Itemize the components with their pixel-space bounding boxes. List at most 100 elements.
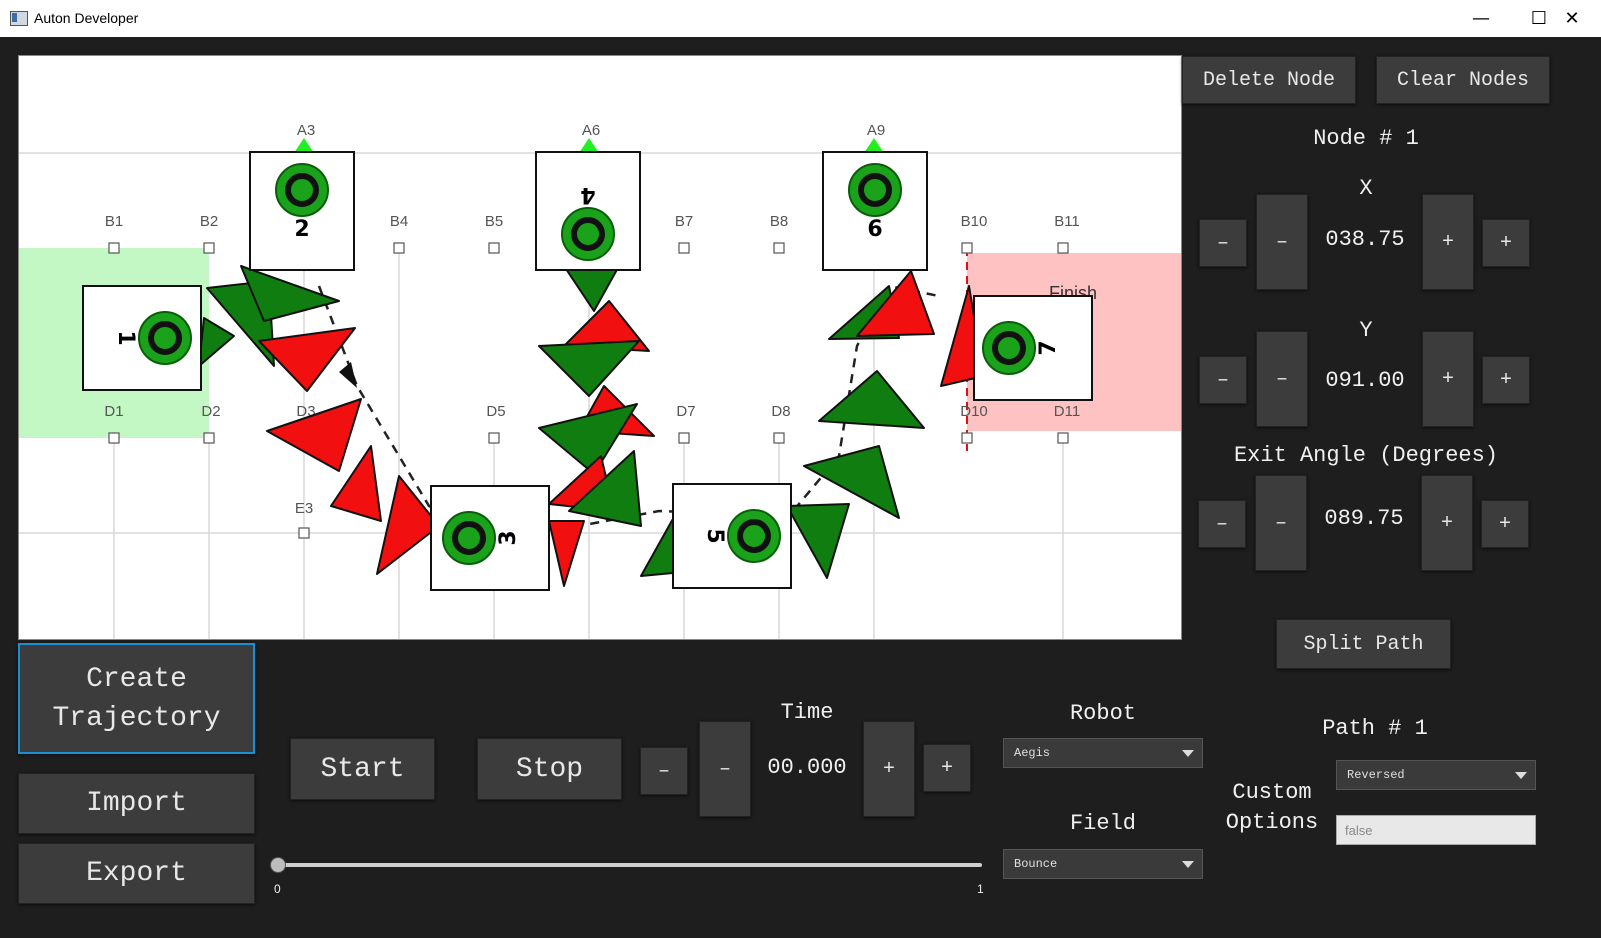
exit-angle-label: Exit Angle (Degrees) bbox=[1233, 443, 1499, 468]
grid-label: B7 bbox=[675, 213, 693, 230]
angle-decrement-small-button[interactable]: – bbox=[1198, 500, 1246, 548]
grid-label: D1 bbox=[104, 403, 123, 420]
node-number: 1 bbox=[113, 330, 138, 345]
node-2[interactable]: 2 bbox=[249, 151, 355, 271]
rotate-icon bbox=[138, 311, 192, 365]
rotate-icon bbox=[442, 511, 496, 565]
x-decrement-small-button[interactable]: – bbox=[1199, 219, 1247, 267]
y-increment-large-button[interactable]: + bbox=[1422, 331, 1474, 427]
stop-button[interactable]: Stop bbox=[477, 738, 622, 800]
grid-label: B10 bbox=[961, 213, 988, 230]
node-7[interactable]: 7 bbox=[973, 295, 1093, 401]
custom-option-selected: Reversed bbox=[1347, 768, 1405, 782]
x-decrement-large-button[interactable]: – bbox=[1256, 194, 1308, 290]
node-number: 2 bbox=[294, 217, 309, 242]
start-button[interactable]: Start bbox=[290, 738, 435, 800]
close-button[interactable]: ✕ bbox=[1543, 0, 1601, 37]
node-number: 4 bbox=[580, 182, 595, 207]
field-drawing[interactable]: Finish A3 A6 A9 B1 B2 B4 B5 B7 B8 B10 B1… bbox=[19, 56, 1182, 640]
time-slider-handle[interactable] bbox=[270, 857, 286, 873]
rotate-icon bbox=[982, 321, 1036, 375]
node-3[interactable]: 3 bbox=[430, 485, 550, 591]
field-selected: Bounce bbox=[1014, 857, 1058, 871]
x-increment-small-button[interactable]: + bbox=[1482, 219, 1530, 267]
x-value: 038.75 bbox=[1325, 227, 1405, 252]
grid-label: D10 bbox=[960, 403, 988, 420]
delete-node-button[interactable]: Delete Node bbox=[1182, 56, 1356, 104]
export-button[interactable]: Export bbox=[18, 843, 255, 904]
node-number: 5 bbox=[702, 528, 727, 543]
time-decrement-large-button[interactable]: – bbox=[699, 721, 751, 817]
grid-label: E3 bbox=[295, 500, 313, 517]
rotate-icon bbox=[848, 163, 902, 217]
rotate-icon bbox=[275, 163, 329, 217]
robot-selected: Aegis bbox=[1014, 746, 1051, 760]
field-select[interactable]: Bounce bbox=[1003, 849, 1203, 879]
clear-nodes-button[interactable]: Clear Nodes bbox=[1376, 56, 1550, 104]
grid-label: A9 bbox=[867, 122, 885, 139]
robot-select[interactable]: Aegis bbox=[1003, 738, 1203, 768]
y-label: Y bbox=[1359, 318, 1373, 343]
minimize-button[interactable]: — bbox=[1452, 0, 1510, 37]
node-1[interactable]: 1 bbox=[82, 285, 202, 391]
path-arrowhead bbox=[339, 362, 357, 388]
app-icon bbox=[10, 11, 28, 26]
green-arrow bbox=[786, 503, 850, 579]
node-5[interactable]: 5 bbox=[672, 483, 792, 589]
grid-label: B8 bbox=[770, 213, 788, 230]
grid-label: D8 bbox=[771, 403, 790, 420]
red-arrow bbox=[376, 475, 440, 575]
angle-decrement-large-button[interactable]: – bbox=[1255, 475, 1307, 571]
grid-label: B11 bbox=[1054, 213, 1080, 230]
custom-option-select[interactable]: Reversed bbox=[1336, 760, 1536, 790]
green-arrow bbox=[818, 370, 925, 429]
time-slider-track[interactable] bbox=[278, 863, 982, 867]
exit-angle-value: 089.75 bbox=[1324, 506, 1404, 531]
y-decrement-small-button[interactable]: – bbox=[1199, 356, 1247, 404]
slider-max-label: 1 bbox=[977, 882, 984, 896]
grid-label: B1 bbox=[105, 213, 123, 230]
a-row-markers bbox=[294, 138, 884, 153]
node-title: Node # 1 bbox=[1313, 126, 1419, 151]
y-increment-small-button[interactable]: + bbox=[1482, 356, 1530, 404]
chevron-down-icon bbox=[1515, 772, 1527, 779]
create-trajectory-button[interactable]: Create Trajectory bbox=[18, 643, 255, 754]
node-number: 3 bbox=[496, 530, 521, 545]
angle-increment-small-button[interactable]: + bbox=[1481, 500, 1529, 548]
import-button[interactable]: Import bbox=[18, 773, 255, 834]
grid-label: A3 bbox=[297, 122, 315, 139]
field-canvas[interactable]: Finish A3 A6 A9 B1 B2 B4 B5 B7 B8 B10 B1… bbox=[18, 55, 1182, 640]
grid-label: D5 bbox=[486, 403, 505, 420]
x-label: X bbox=[1359, 176, 1373, 201]
custom-option-value-input[interactable]: false bbox=[1336, 815, 1536, 845]
time-value: 00.000 bbox=[767, 755, 847, 780]
y-decrement-large-button[interactable]: – bbox=[1256, 331, 1308, 427]
grid-label: D11 bbox=[1054, 403, 1080, 420]
time-decrement-small-button[interactable]: – bbox=[640, 747, 688, 795]
node-4[interactable]: 4 bbox=[535, 151, 641, 271]
window-title: Auton Developer bbox=[34, 10, 139, 26]
chevron-down-icon bbox=[1182, 750, 1194, 757]
angle-increment-large-button[interactable]: + bbox=[1421, 475, 1473, 571]
green-arrow bbox=[538, 340, 640, 397]
custom-options-label: Custom Options bbox=[1225, 780, 1319, 835]
grid-label: B4 bbox=[390, 213, 408, 230]
field-label: Field bbox=[1069, 811, 1136, 836]
rotate-icon bbox=[727, 509, 781, 563]
time-label: Time bbox=[780, 700, 834, 725]
grid-label: D7 bbox=[676, 403, 695, 420]
time-increment-large-button[interactable]: + bbox=[863, 721, 915, 817]
grid-label: B5 bbox=[485, 213, 503, 230]
split-path-button[interactable]: Split Path bbox=[1276, 619, 1451, 669]
x-increment-large-button[interactable]: + bbox=[1422, 194, 1474, 290]
green-arrow bbox=[198, 317, 235, 367]
grid-label: B2 bbox=[200, 213, 218, 230]
grid-label: D2 bbox=[201, 403, 220, 420]
robot-label: Robot bbox=[1069, 701, 1136, 726]
slider-min-label: 0 bbox=[274, 882, 281, 896]
grid-label: A6 bbox=[582, 122, 600, 139]
time-increment-small-button[interactable]: + bbox=[923, 744, 971, 792]
chevron-down-icon bbox=[1182, 861, 1194, 868]
rotate-icon bbox=[561, 207, 615, 261]
node-6[interactable]: 6 bbox=[822, 151, 928, 271]
